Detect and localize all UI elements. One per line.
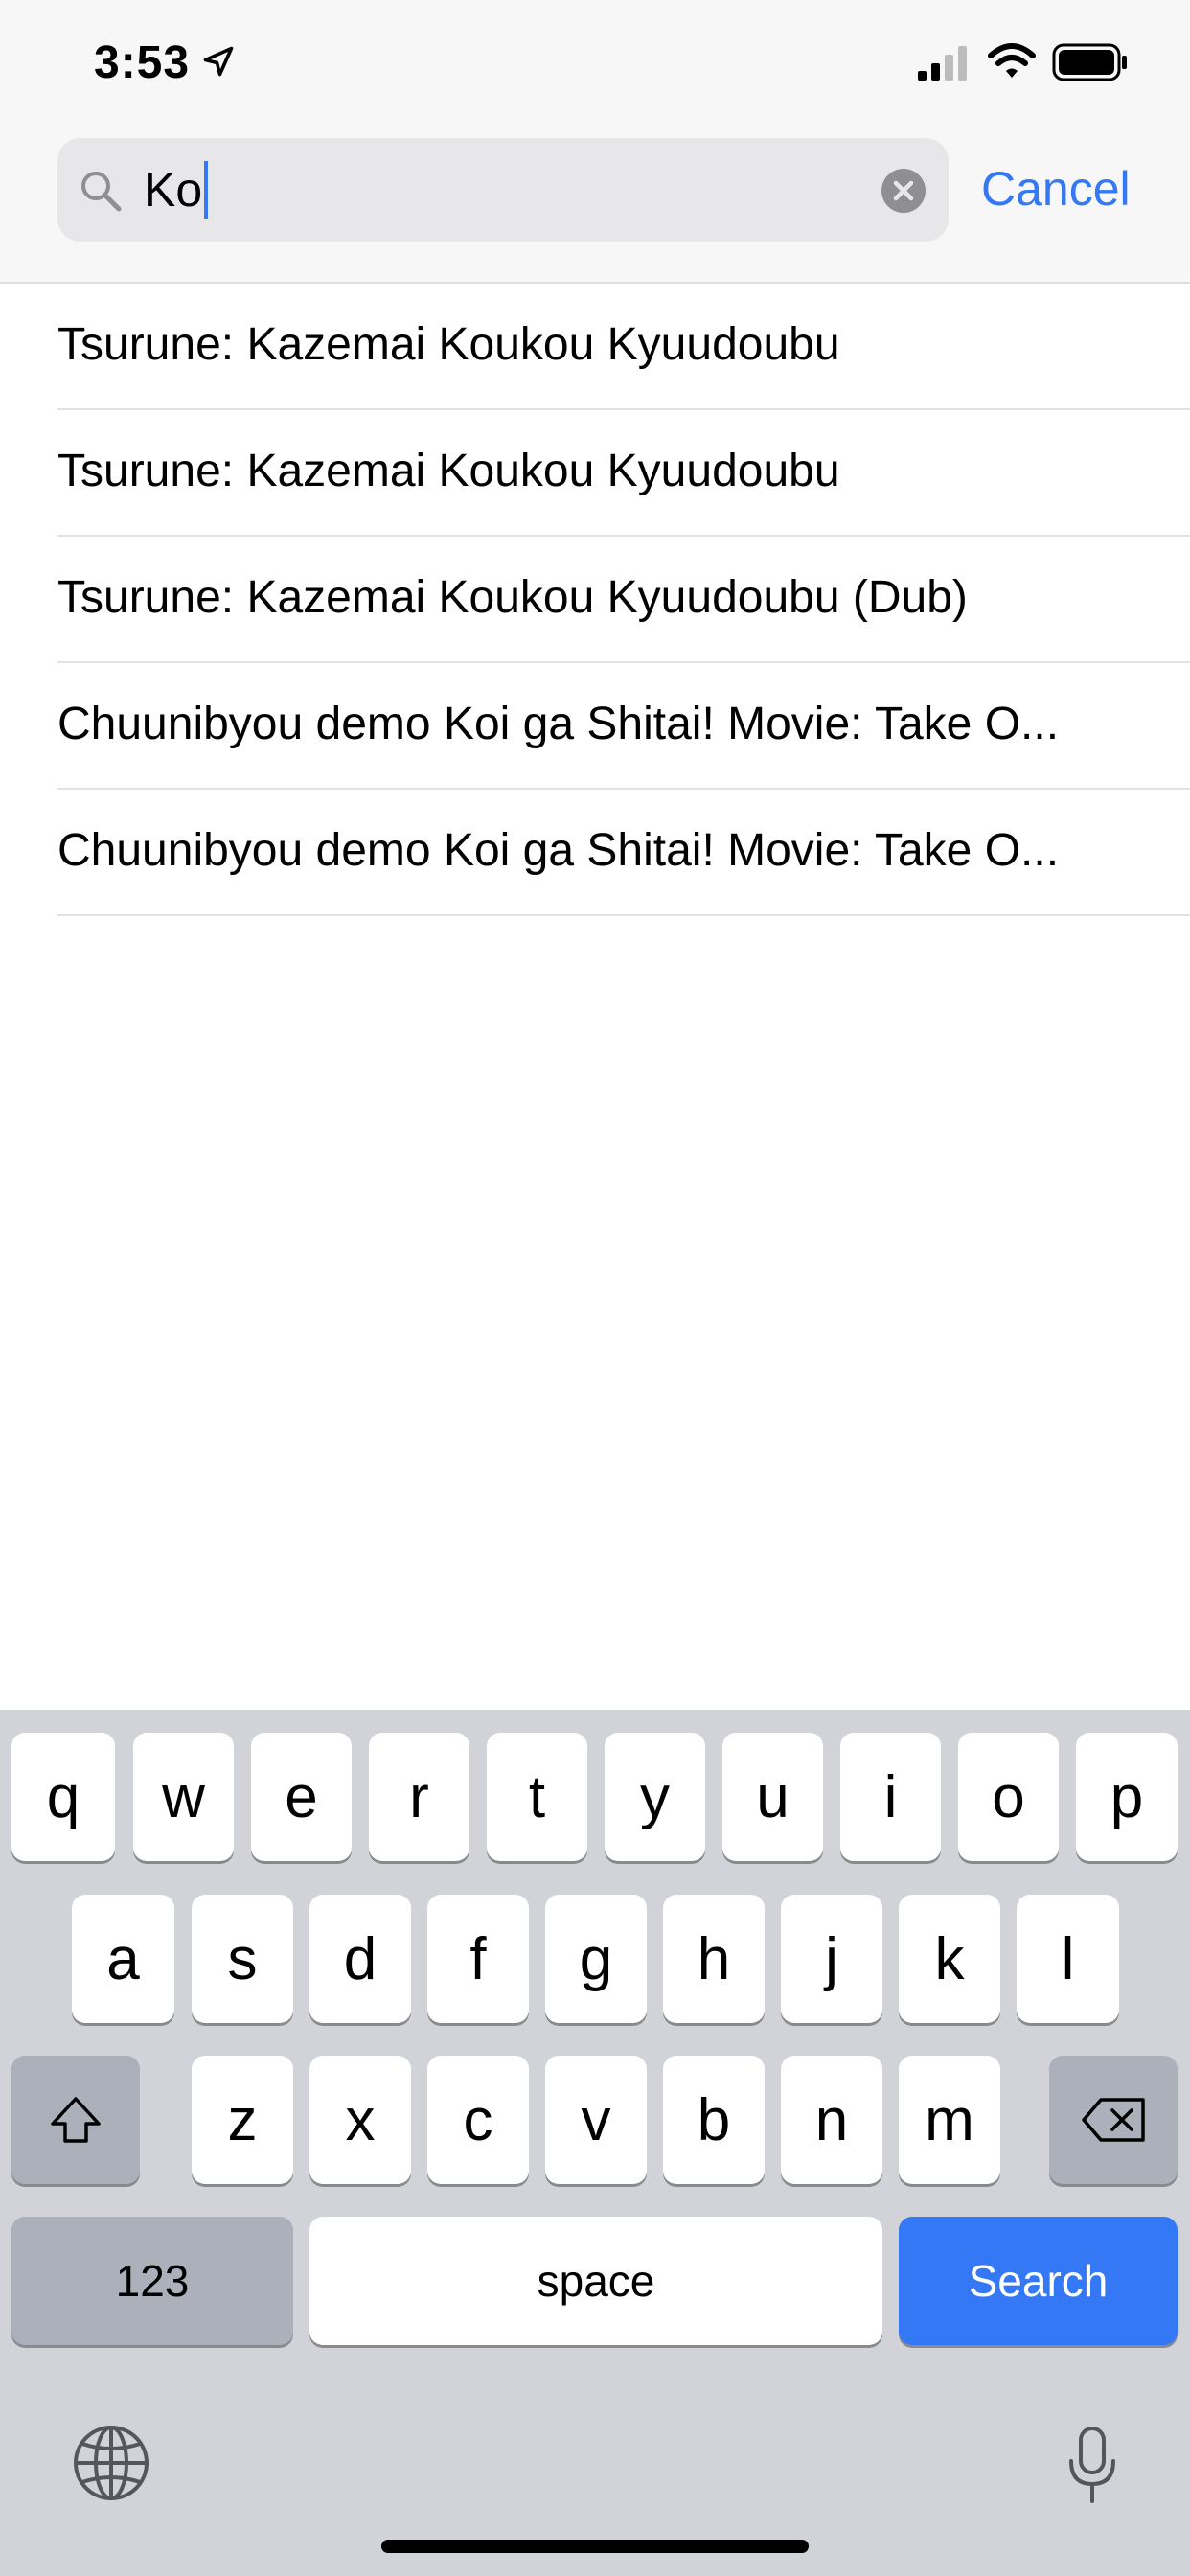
wifi-icon bbox=[988, 43, 1036, 78]
key-h[interactable]: h bbox=[663, 1895, 765, 2023]
key-a[interactable]: a bbox=[72, 1895, 174, 2023]
list-item[interactable]: Chuunibyou demo Koi ga Shitai! Movie: Ta… bbox=[57, 790, 1190, 916]
key-l[interactable]: l bbox=[1017, 1895, 1119, 2023]
key-e[interactable]: e bbox=[251, 1733, 352, 1861]
key-c[interactable]: c bbox=[427, 2056, 529, 2184]
key-b[interactable]: b bbox=[663, 2056, 765, 2184]
cellular-signal-icon bbox=[918, 46, 967, 80]
microphone-icon[interactable] bbox=[1064, 2425, 1121, 2507]
backspace-icon bbox=[1082, 2098, 1145, 2142]
key-q[interactable]: q bbox=[11, 1733, 115, 1861]
result-title: Chuunibyou demo Koi ga Shitai! Movie: Ta… bbox=[57, 825, 1060, 876]
key-f[interactable]: f bbox=[427, 1895, 529, 2023]
shift-icon bbox=[51, 2097, 101, 2143]
list-item[interactable]: Tsurune: Kazemai Koukou Kyuudoubu bbox=[57, 410, 1190, 537]
list-item[interactable]: Tsurune: Kazemai Koukou Kyuudoubu bbox=[57, 284, 1190, 410]
key-p[interactable]: p bbox=[1076, 1733, 1178, 1861]
shift-key[interactable] bbox=[11, 2056, 140, 2184]
key-u[interactable]: u bbox=[722, 1733, 823, 1861]
status-time: 3:53 bbox=[94, 37, 191, 88]
text-cursor bbox=[204, 160, 209, 218]
key-m[interactable]: m bbox=[899, 2056, 1000, 2184]
key-g[interactable]: g bbox=[545, 1895, 647, 2023]
key-d[interactable]: d bbox=[309, 1895, 411, 2023]
search-results-list: Tsurune: Kazemai Koukou Kyuudoubu Tsurun… bbox=[0, 284, 1190, 916]
search-key[interactable]: Search bbox=[899, 2217, 1178, 2345]
result-title: Tsurune: Kazemai Koukou Kyuudoubu (Dub) bbox=[57, 572, 968, 623]
home-indicator bbox=[381, 2540, 809, 2553]
search-input[interactable]: Ko bbox=[57, 138, 949, 242]
result-title: Tsurune: Kazemai Koukou Kyuudoubu bbox=[57, 319, 840, 370]
globe-icon[interactable] bbox=[71, 2423, 151, 2503]
key-s[interactable]: s bbox=[192, 1895, 293, 2023]
key-k[interactable]: k bbox=[899, 1895, 1000, 2023]
search-header: 3:53 Ko Cancel bbox=[0, 0, 1190, 284]
key-y[interactable]: y bbox=[605, 1733, 705, 1861]
battery-icon bbox=[1052, 43, 1127, 81]
key-w[interactable]: w bbox=[133, 1733, 234, 1861]
numbers-key[interactable]: 123 bbox=[11, 2217, 293, 2345]
key-o[interactable]: o bbox=[958, 1733, 1059, 1861]
search-query-text: Ko bbox=[144, 163, 203, 217]
key-v[interactable]: v bbox=[545, 2056, 647, 2184]
result-title: Tsurune: Kazemai Koukou Kyuudoubu bbox=[57, 446, 840, 496]
result-title: Chuunibyou demo Koi ga Shitai! Movie: Ta… bbox=[57, 699, 1060, 749]
cancel-button[interactable]: Cancel bbox=[981, 157, 1131, 220]
backspace-key[interactable] bbox=[1049, 2056, 1178, 2184]
key-t[interactable]: t bbox=[487, 1733, 587, 1861]
key-j[interactable]: j bbox=[781, 1895, 882, 2023]
list-item[interactable]: Tsurune: Kazemai Koukou Kyuudoubu (Dub) bbox=[57, 537, 1190, 663]
clear-text-icon[interactable] bbox=[881, 169, 926, 213]
location-arrow-icon bbox=[203, 46, 234, 77]
search-input-value[interactable]: Ko bbox=[144, 160, 209, 222]
list-item[interactable]: Chuunibyou demo Koi ga Shitai! Movie: Ta… bbox=[57, 663, 1190, 790]
key-x[interactable]: x bbox=[309, 2056, 411, 2184]
key-n[interactable]: n bbox=[781, 2056, 882, 2184]
search-icon bbox=[81, 172, 122, 212]
key-r[interactable]: r bbox=[369, 1733, 469, 1861]
key-i[interactable]: i bbox=[840, 1733, 941, 1861]
key-z[interactable]: z bbox=[192, 2056, 293, 2184]
space-key[interactable]: space bbox=[309, 2217, 882, 2345]
